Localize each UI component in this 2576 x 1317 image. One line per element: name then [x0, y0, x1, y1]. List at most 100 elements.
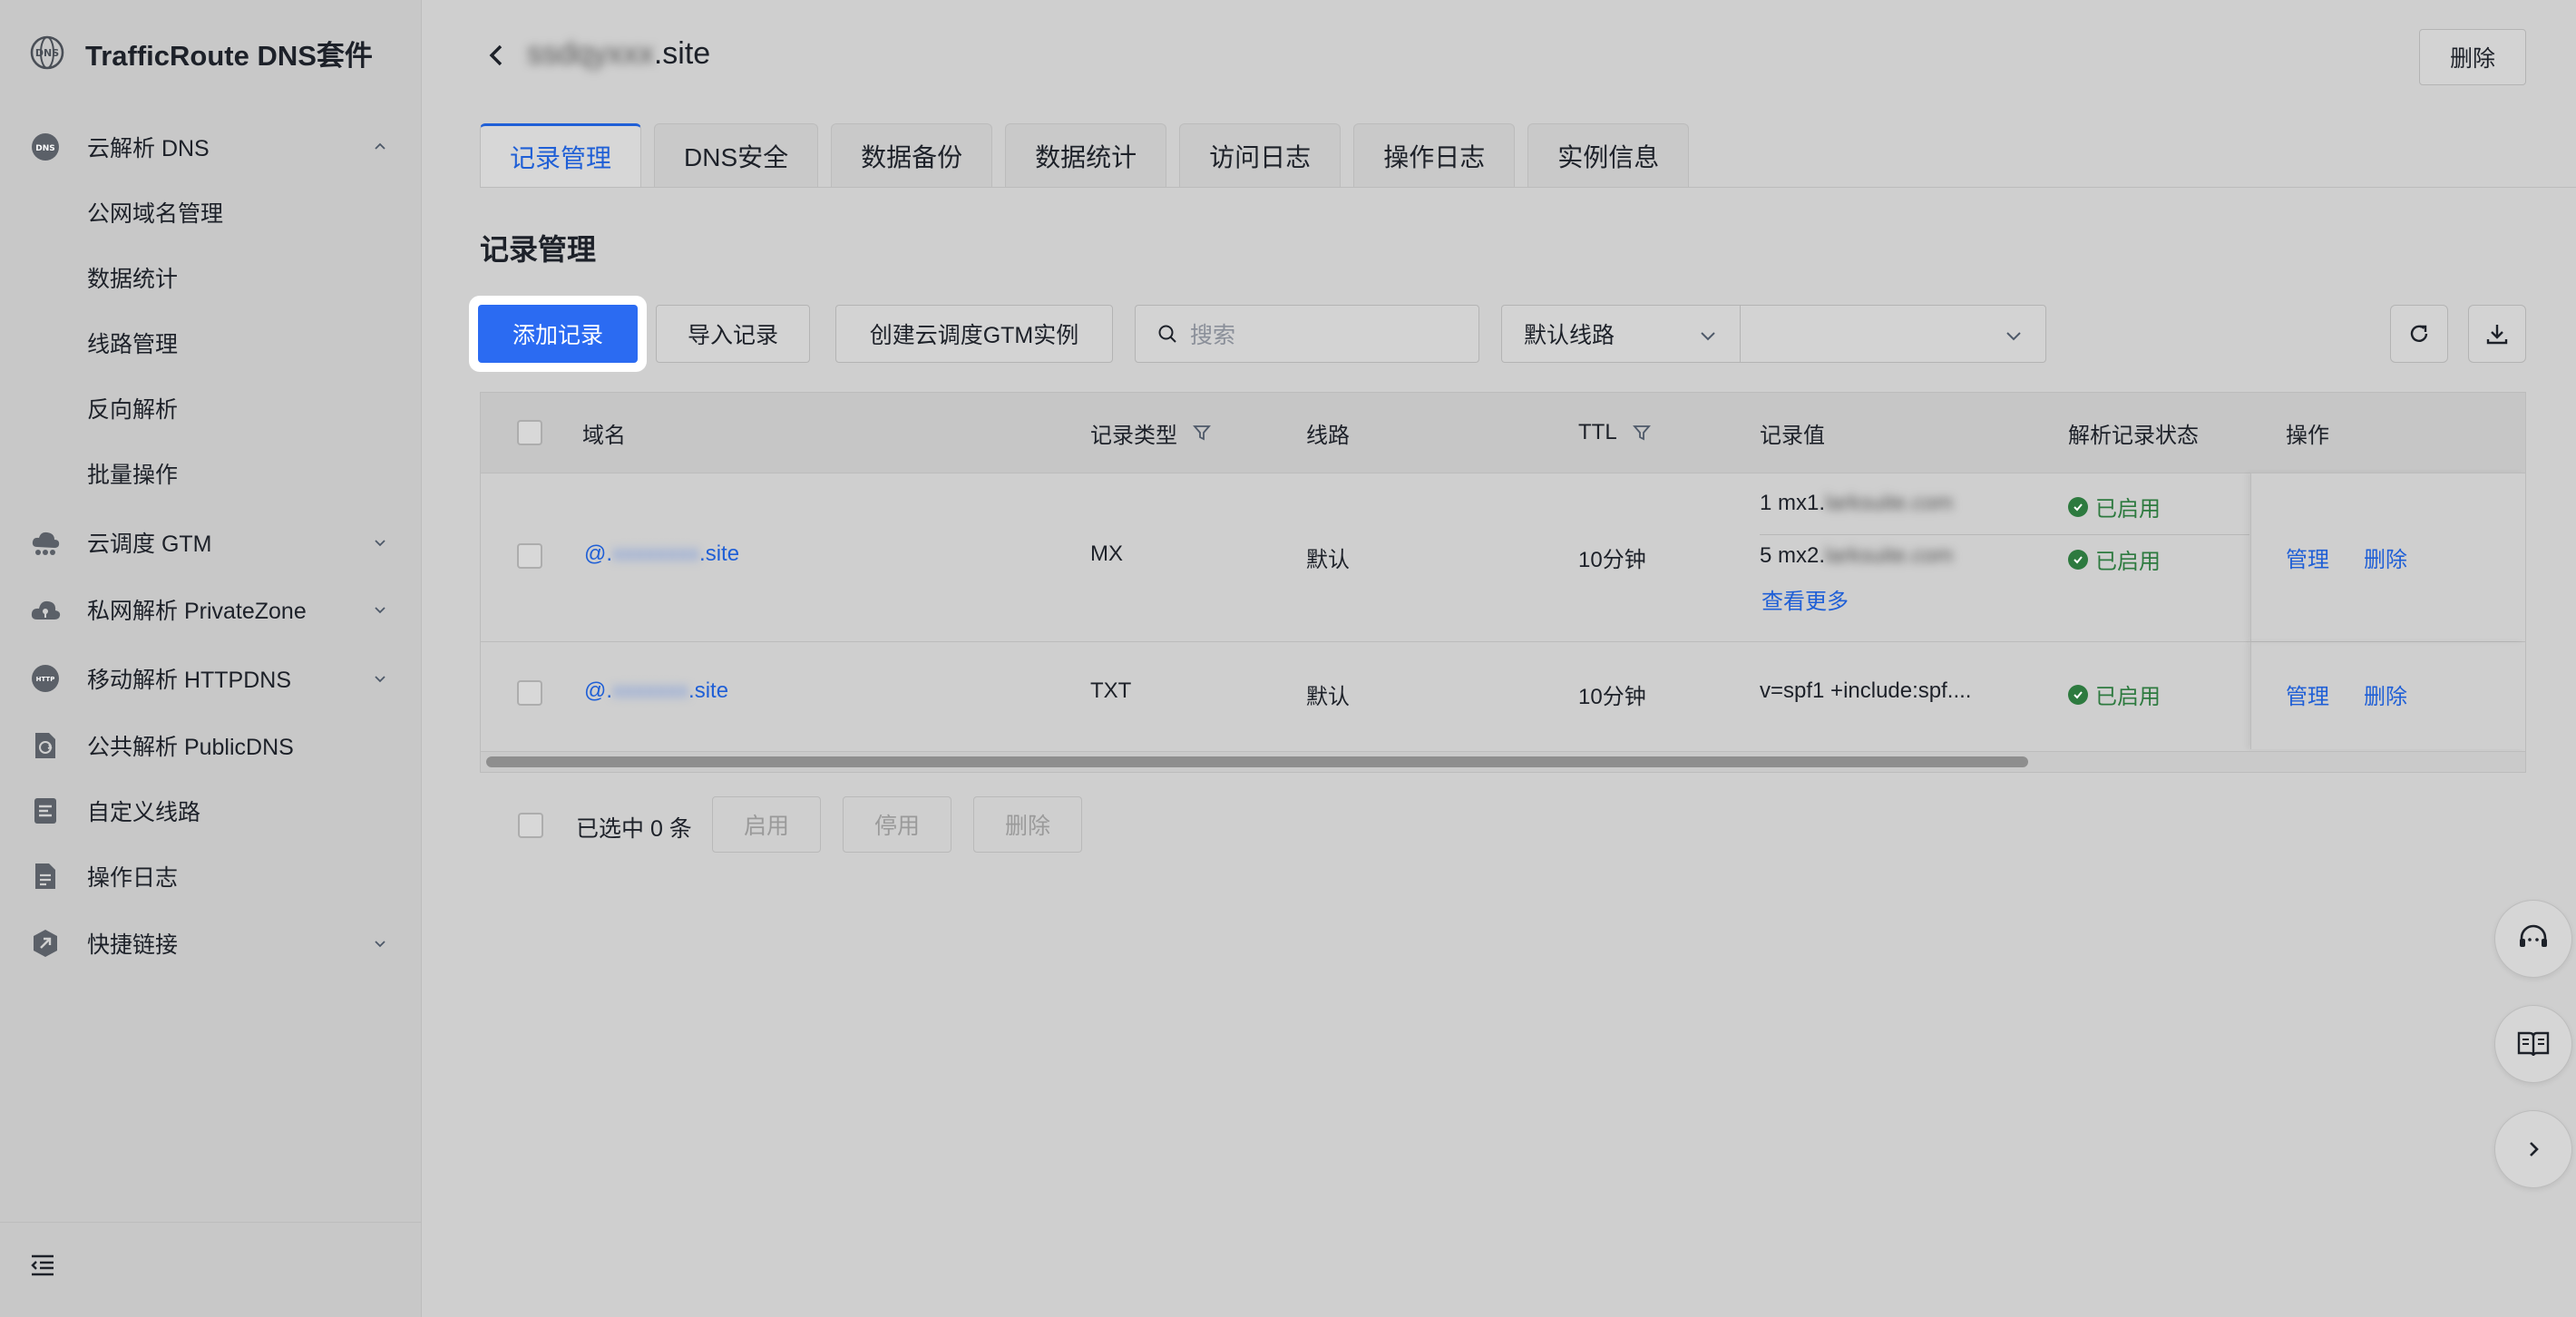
sidebar-footer — [0, 1222, 421, 1317]
select-all-bottom-checkbox[interactable] — [518, 813, 543, 838]
tab-record-manage[interactable]: 记录管理 — [480, 123, 642, 187]
tab-data-backup[interactable]: 数据备份 — [831, 123, 993, 187]
view-more-link[interactable]: 查看更多 — [1761, 583, 1849, 615]
book-icon — [2517, 1031, 2550, 1057]
disable-button[interactable]: 停用 — [843, 796, 951, 853]
sidebar-item-privatezone[interactable]: 私网解析 PrivateZone — [29, 590, 392, 629]
header-ttl-label: TTL — [1578, 420, 1617, 444]
sidebar-item-route-manage[interactable]: 线路管理 — [87, 325, 178, 361]
select-all-checkbox[interactable] — [517, 420, 542, 445]
sidebar-item-public-domain[interactable]: 公网域名管理 — [87, 194, 223, 230]
sidebar-item-cloud-dns[interactable]: DNS 云解析 DNS — [29, 127, 392, 167]
selected-count: 已选中 0 条 — [576, 816, 692, 842]
header-ttl[interactable]: TTL — [1578, 393, 1652, 473]
tab-operation-log[interactable]: 操作日志 — [1353, 123, 1516, 187]
status-text: 已启用 — [2095, 685, 2161, 709]
app-title: TrafficRoute DNS套件 — [85, 39, 373, 72]
record-route: 默认 — [1306, 685, 1350, 709]
scrollbar-thumb[interactable] — [486, 756, 2028, 767]
sidebar-item-label: 操作日志 — [87, 865, 179, 891]
delete-domain-button[interactable]: 删除 — [2419, 29, 2526, 85]
row-checkbox[interactable] — [517, 680, 542, 706]
tab-instance-info[interactable]: 实例信息 — [1527, 123, 1690, 187]
cloud-icon — [29, 526, 62, 559]
chevron-down-icon — [375, 607, 385, 614]
chevron-down-icon — [1701, 332, 1715, 341]
sidebar-item-custom-route[interactable]: 自定义线路 — [29, 791, 392, 831]
record-domain-link[interactable]: @. xxxxxxxx .site — [584, 541, 739, 567]
sidebar-item-label: 自定义线路 — [87, 800, 201, 825]
import-record-button[interactable]: 导入记录 — [656, 305, 810, 363]
header-domain: 域名 — [582, 423, 626, 448]
check-circle-icon — [2068, 549, 2088, 570]
row-checkbox[interactable] — [517, 543, 542, 569]
page-title: ssdqyxxx .site — [527, 36, 710, 72]
sidebar-item-reverse[interactable]: 反向解析 — [87, 390, 178, 426]
custom-route-icon — [29, 795, 62, 827]
header-record-value: 记录值 — [1760, 423, 1825, 448]
batch-delete-button[interactable]: 删除 — [973, 796, 1082, 853]
manage-link[interactable]: 管理 — [2286, 541, 2329, 573]
back-arrow-icon[interactable] — [485, 44, 509, 67]
dns-icon: DNS — [29, 131, 62, 163]
chevron-down-icon — [375, 676, 385, 683]
sidebar-item-label: 私网解析 PrivateZone — [87, 599, 307, 624]
chevron-right-icon — [2530, 1142, 2539, 1156]
collapse-sidebar-icon[interactable] — [29, 1252, 56, 1279]
download-icon — [2486, 325, 2508, 345]
header-route: 线路 — [1306, 423, 1350, 448]
actions-column: 管理 删除 — [2250, 473, 2525, 641]
download-button[interactable] — [2468, 305, 2526, 363]
route-select[interactable]: 默认线路 — [1501, 305, 1741, 363]
sidebar-item-label: 云解析 DNS — [87, 136, 210, 161]
check-circle-icon — [2068, 496, 2088, 517]
domain-suffix: .site — [653, 36, 711, 71]
sidebar-item-statistics[interactable]: 数据统计 — [87, 259, 178, 296]
expand-panel-button[interactable] — [2494, 1110, 2572, 1188]
support-button[interactable] — [2494, 900, 2572, 978]
sidebar-item-gtm[interactable]: 云调度 GTM — [29, 522, 392, 562]
svg-text:DNS: DNS — [35, 144, 55, 153]
header-record-type[interactable]: 记录类型 — [1090, 393, 1212, 473]
records-table: 域名 记录类型 线路 TTL 记录值 解析记录状态 操作 @. xxxxxxxx.… — [480, 392, 2526, 773]
domain-suffix: .site — [699, 541, 740, 566]
sidebar-item-publicdns[interactable]: 公共解析 PublicDNS — [29, 726, 392, 766]
tab-dns-security[interactable]: DNS安全 — [654, 123, 819, 187]
search-input[interactable]: 搜索 — [1135, 305, 1479, 363]
record-value-prefix: 5 mx2. — [1760, 543, 1826, 568]
record-value: 1 mx1. larksuite.com — [1760, 491, 1953, 516]
record-value: 5 mx2. larksuite.com — [1760, 543, 1953, 569]
filter-icon[interactable] — [1192, 423, 1212, 443]
route-detail-select[interactable] — [1740, 305, 2046, 363]
docs-button[interactable] — [2494, 1005, 2572, 1083]
header-record-type-label: 记录类型 — [1090, 423, 1177, 448]
tab-access-log[interactable]: 访问日志 — [1179, 123, 1342, 187]
refresh-button[interactable] — [2390, 305, 2448, 363]
sidebar-item-label: 云调度 GTM — [87, 532, 212, 557]
record-type: TXT — [1090, 678, 1132, 703]
sidebar: DNS TrafficRoute DNS套件 DNS 云解析 DNS 公网域名管… — [0, 0, 422, 1317]
sidebar-item-httpdns[interactable]: HTTP 移动解析 HTTPDNS — [29, 658, 392, 698]
record-domain-link[interactable]: @. xxxxxxx .site — [584, 678, 728, 704]
create-gtm-instance-button[interactable]: 创建云调度GTM实例 — [835, 305, 1113, 363]
tab-data-statistics[interactable]: 数据统计 — [1005, 123, 1167, 187]
sidebar-item-quick-links[interactable]: 快捷链接 — [29, 923, 392, 963]
chevron-up-icon — [375, 142, 385, 150]
enable-button[interactable]: 启用 — [712, 796, 821, 853]
sidebar-item-batch[interactable]: 批量操作 — [87, 455, 178, 492]
value-divider — [1760, 534, 2249, 535]
status-text: 已启用 — [2095, 550, 2161, 574]
headset-icon — [2520, 924, 2547, 947]
chevron-down-icon — [375, 540, 385, 547]
manage-link[interactable]: 管理 — [2286, 678, 2329, 710]
horizontal-scrollbar[interactable] — [481, 751, 2525, 772]
delete-link[interactable]: 删除 — [2364, 678, 2407, 710]
sidebar-item-operation-log[interactable]: 操作日志 — [29, 856, 392, 896]
chevron-down-icon — [2006, 332, 2021, 341]
actions-column: 管理 删除 — [2250, 642, 2525, 749]
add-record-button[interactable]: 添加记录 — [478, 305, 638, 363]
delete-link[interactable]: 删除 — [2364, 541, 2407, 573]
filter-icon[interactable] — [1632, 423, 1652, 443]
search-icon — [1158, 325, 1176, 343]
tab-bar: 记录管理 DNS安全 数据备份 数据统计 访问日志 操作日志 实例信息 — [480, 123, 1702, 189]
